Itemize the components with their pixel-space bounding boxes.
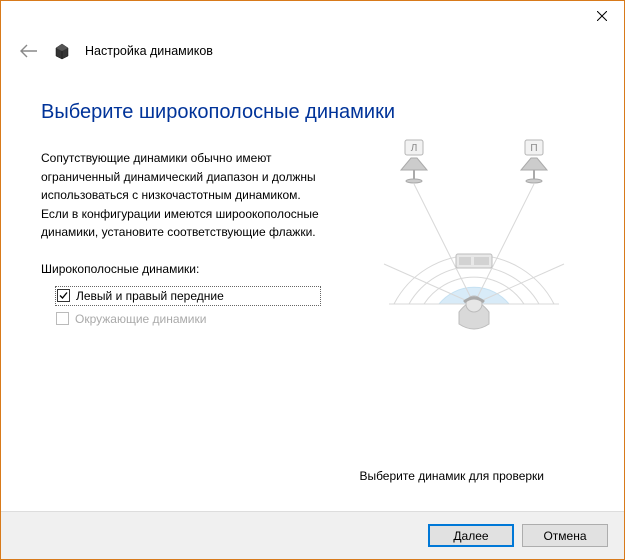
- diagram-left-speaker[interactable]: Л: [401, 140, 427, 183]
- checkbox-label: Левый и правый передние: [76, 289, 224, 303]
- checkbox-icon: [56, 312, 69, 325]
- titlebar: [1, 1, 624, 31]
- close-icon: [597, 11, 607, 21]
- close-button[interactable]: [579, 1, 624, 31]
- hint-text: Выберите динамик для проверки: [41, 469, 584, 483]
- section-label: Широкополосные динамики:: [41, 262, 321, 276]
- content-area: Выберите широкополосные динамики Сопутст…: [1, 71, 624, 493]
- wizard-header: Настройка динамиков: [1, 31, 624, 71]
- checkbox-label: Окружающие динамики: [75, 312, 206, 326]
- checkbox-icon: [57, 289, 70, 302]
- checkbox-front-speakers[interactable]: Левый и правый передние: [55, 286, 321, 306]
- listener-icon: [459, 296, 489, 329]
- arrow-left-icon: [20, 44, 38, 58]
- next-button[interactable]: Далее: [428, 524, 514, 547]
- checkbox-surround-speakers: Окружающие динамики: [55, 310, 321, 328]
- left-speaker-label: Л: [411, 143, 418, 154]
- cancel-button[interactable]: Отмена: [522, 524, 608, 547]
- diagram-right-speaker[interactable]: П: [521, 140, 547, 183]
- back-button[interactable]: [19, 41, 39, 61]
- right-speaker-label: П: [530, 143, 537, 154]
- description-text: Сопутствующие динамики обычно имеют огра…: [41, 149, 321, 242]
- speaker-layout-diagram: Л П: [359, 134, 589, 344]
- footer-bar: Далее Отмена: [1, 511, 624, 559]
- page-heading: Выберите широкополосные динамики: [41, 101, 584, 124]
- speaker-cube-icon: [53, 42, 71, 60]
- header-title: Настройка динамиков: [85, 44, 213, 58]
